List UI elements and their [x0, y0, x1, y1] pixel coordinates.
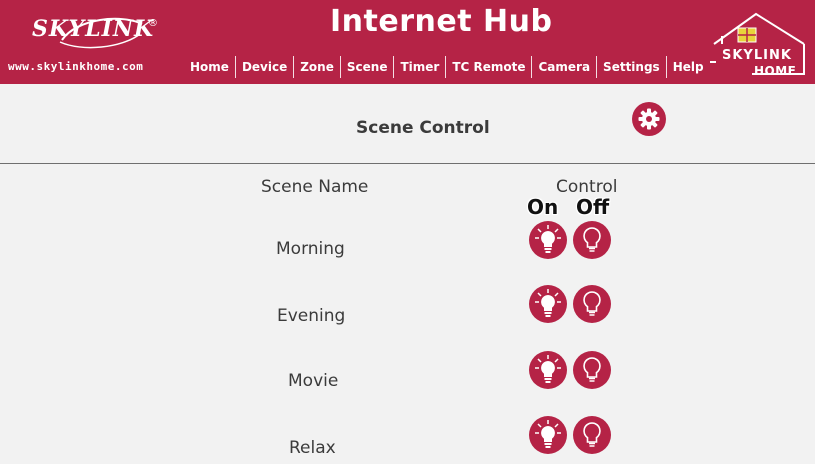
scene-name-evening: Evening — [277, 306, 346, 326]
scene-off-button-evening[interactable] — [573, 285, 611, 323]
nav-item-zone[interactable]: Zone — [293, 56, 340, 78]
scene-table: Scene Name Control On Off Morning Evenin… — [0, 165, 815, 464]
lightbulb-off-icon — [583, 291, 601, 316]
gear-icon — [638, 108, 660, 130]
nav-item-tc-remote[interactable]: TC Remote — [445, 56, 531, 78]
nav-item-timer[interactable]: Timer — [393, 56, 445, 78]
scene-on-button-movie[interactable] — [529, 351, 567, 389]
nav-item-help[interactable]: Help — [665, 56, 710, 78]
lightbulb-off-icon — [583, 422, 601, 447]
scene-name-relax: Relax — [289, 438, 336, 458]
lightbulb-off-icon — [583, 357, 601, 382]
logo-home-text: HOME — [754, 64, 797, 78]
brand-url: www.skylinkhome.com — [8, 60, 144, 73]
nav-item-settings[interactable]: Settings — [596, 56, 666, 78]
skylink-logo[interactable]: SKYLINK ® www.skylinkhome.com — [8, 10, 168, 80]
column-header-control: Control — [556, 177, 618, 197]
brand-name: SKYLINK — [32, 16, 155, 42]
scene-on-button-morning[interactable] — [529, 221, 567, 259]
lightbulb-off-icon — [583, 227, 601, 252]
skylink-home-logo: SKYLINK HOME — [708, 10, 812, 80]
column-header-scene-name: Scene Name — [261, 177, 369, 197]
registered-mark: ® — [148, 18, 158, 29]
nav-item-scene[interactable]: Scene — [339, 56, 394, 78]
lightbulb-on-icon — [535, 289, 561, 317]
scene-off-button-morning[interactable] — [573, 221, 611, 259]
scene-name-movie: Movie — [288, 371, 339, 391]
main-nav: Home Device Zone Scene Timer TC Remote C… — [184, 56, 710, 78]
settings-gear-button[interactable] — [632, 102, 666, 136]
lightbulb-on-icon — [535, 420, 561, 448]
scene-on-button-relax[interactable] — [529, 416, 567, 454]
on-label: On — [527, 195, 559, 219]
app-title: Internet Hub — [330, 4, 553, 39]
page-title: Scene Control — [356, 118, 490, 138]
scene-off-button-relax[interactable] — [573, 416, 611, 454]
app-header: SKYLINK ® www.skylinkhome.com Internet H… — [0, 0, 815, 84]
scene-name-morning: Morning — [276, 239, 345, 259]
page-header: Scene Control — [0, 84, 815, 164]
lightbulb-on-icon — [535, 355, 561, 383]
scene-off-button-movie[interactable] — [573, 351, 611, 389]
nav-item-device[interactable]: Device — [234, 56, 293, 78]
nav-item-camera[interactable]: Camera — [531, 56, 596, 78]
lightbulb-on-icon — [535, 225, 561, 253]
logo-skylink-text: SKYLINK — [722, 48, 792, 63]
scene-on-button-evening[interactable] — [529, 285, 567, 323]
off-label: Off — [576, 195, 610, 219]
nav-item-home[interactable]: Home — [184, 56, 235, 78]
